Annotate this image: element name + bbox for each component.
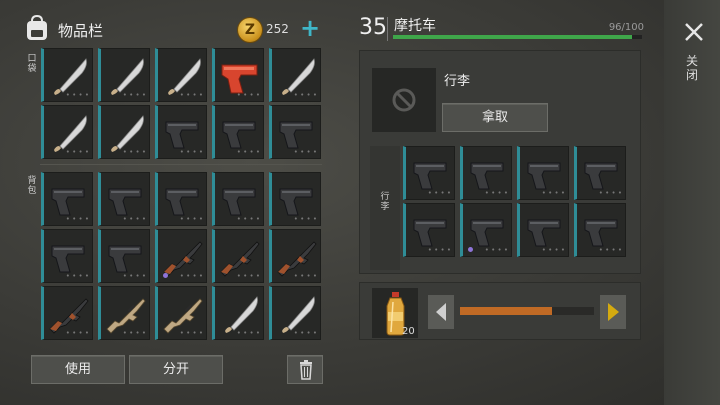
pocket-slot[interactable]: • • • •	[98, 48, 150, 102]
durability-dots: • • • •	[179, 272, 203, 280]
durability-dots: • • • •	[65, 91, 89, 99]
durability-dots: • • • •	[236, 148, 260, 156]
durability-dots: • • • •	[541, 246, 565, 254]
close-label: 关闭	[685, 54, 698, 82]
durability-dots: • • • •	[293, 91, 317, 99]
trash-icon	[300, 360, 312, 380]
quantity-slider-fill	[460, 307, 553, 315]
luggage-slot[interactable]: • • • •	[403, 203, 455, 257]
inventory-title: 物品栏	[58, 22, 104, 40]
durability-dots: • • • •	[65, 215, 89, 223]
pocket-slot[interactable]: • • • •	[212, 105, 264, 159]
luggage-slot[interactable]: • • • •	[460, 203, 512, 257]
pocket-slot[interactable]: • • • •	[269, 48, 321, 102]
pocket-slot[interactable]: • • • •	[98, 105, 150, 159]
pocket-slot[interactable]: • • • •	[41, 48, 93, 102]
durability-dots: • • • •	[293, 272, 317, 280]
backpack-icon	[27, 14, 47, 40]
backpack-slot[interactable]: • • • •	[41, 172, 93, 226]
durability-dots: • • • •	[598, 246, 622, 254]
luggage-side-label: 行李	[380, 192, 390, 212]
backpack-slot[interactable]: • • • •	[155, 286, 207, 340]
durability-dots: • • • •	[122, 272, 146, 280]
durability-dots: • • • •	[427, 189, 451, 197]
backpack-label: 背包	[27, 176, 37, 196]
rarity-mark	[163, 273, 168, 278]
backpack-slot[interactable]: • • • •	[41, 229, 93, 283]
durability-dots: • • • •	[484, 246, 508, 254]
durability-text: 96/100	[608, 22, 644, 33]
level-divider	[387, 17, 388, 41]
vehicle-level: 35	[359, 15, 387, 40]
backpack-slot[interactable]: • • • •	[212, 229, 264, 283]
durability-dots: • • • •	[65, 148, 89, 156]
pockets-label: 口袋	[27, 54, 37, 74]
durability-dots: • • • •	[65, 329, 89, 337]
backpack-slot[interactable]: • • • •	[98, 229, 150, 283]
pocket-slot[interactable]: • • • •	[269, 105, 321, 159]
durability-dots: • • • •	[293, 148, 317, 156]
transfer-count: 20	[402, 326, 415, 337]
durability-dots: • • • •	[293, 215, 317, 223]
increase-arrow-button[interactable]	[600, 295, 626, 329]
grid-divider	[40, 164, 322, 165]
durability-dots: • • • •	[179, 148, 203, 156]
coin-icon: Z	[238, 18, 262, 42]
durability-dots: • • • •	[122, 148, 146, 156]
luggage-title: 行李	[444, 74, 471, 89]
luggage-slot[interactable]: • • • •	[517, 203, 569, 257]
backpack-slot[interactable]: • • • •	[98, 172, 150, 226]
durability-dots: • • • •	[427, 246, 451, 254]
durability-dots: • • • •	[484, 189, 508, 197]
delete-button[interactable]	[287, 355, 323, 384]
pocket-slot[interactable]: • • • •	[212, 48, 264, 102]
luggage-slot[interactable]: • • • •	[517, 146, 569, 200]
add-currency-button[interactable]: +	[298, 16, 322, 42]
currency-amount: 252	[266, 22, 289, 36]
split-button[interactable]: 分开	[129, 355, 223, 384]
backpack-slot[interactable]: • • • •	[269, 229, 321, 283]
durability-dots: • • • •	[65, 272, 89, 280]
durability-dots: • • • •	[122, 215, 146, 223]
luggage-slot[interactable]: • • • •	[403, 146, 455, 200]
backpack-slot[interactable]: • • • •	[269, 172, 321, 226]
durability-dots: • • • •	[179, 215, 203, 223]
durability-dots: • • • •	[179, 91, 203, 99]
luggage-slot[interactable]: • • • •	[460, 146, 512, 200]
luggage-slot[interactable]: • • • •	[574, 146, 626, 200]
rarity-mark	[468, 247, 473, 252]
backpack-slot[interactable]: • • • •	[212, 172, 264, 226]
take-button[interactable]: 拿取	[442, 103, 548, 132]
durability-bar	[393, 35, 633, 39]
durability-dots: • • • •	[122, 329, 146, 337]
use-button[interactable]: 使用	[31, 355, 125, 384]
pocket-slot[interactable]: • • • •	[155, 105, 207, 159]
prohibited-icon	[392, 88, 416, 112]
vehicle-name: 摩托车	[394, 18, 436, 34]
durability-dots: • • • •	[293, 329, 317, 337]
luggage-slot[interactable]: • • • •	[574, 203, 626, 257]
backpack-slot[interactable]: • • • •	[98, 286, 150, 340]
durability-dots: • • • •	[236, 272, 260, 280]
durability-dots: • • • •	[179, 329, 203, 337]
durability-dots: • • • •	[236, 329, 260, 337]
backpack-slot[interactable]: • • • •	[155, 229, 207, 283]
durability-dots: • • • •	[122, 91, 146, 99]
pocket-slot[interactable]: • • • •	[41, 105, 93, 159]
backpack-slot[interactable]: • • • •	[269, 286, 321, 340]
backpack-slot[interactable]: • • • •	[41, 286, 93, 340]
close-icon[interactable]	[682, 20, 706, 44]
backpack-slot[interactable]: • • • •	[155, 172, 207, 226]
durability-dots: • • • •	[236, 91, 260, 99]
durability-dots: • • • •	[236, 215, 260, 223]
durability-dots: • • • •	[598, 189, 622, 197]
backpack-slot[interactable]: • • • •	[212, 286, 264, 340]
decrease-arrow-button[interactable]	[428, 295, 454, 329]
durability-dots: • • • •	[541, 189, 565, 197]
pocket-slot[interactable]: • • • •	[155, 48, 207, 102]
equip-slot-empty[interactable]	[372, 68, 436, 132]
